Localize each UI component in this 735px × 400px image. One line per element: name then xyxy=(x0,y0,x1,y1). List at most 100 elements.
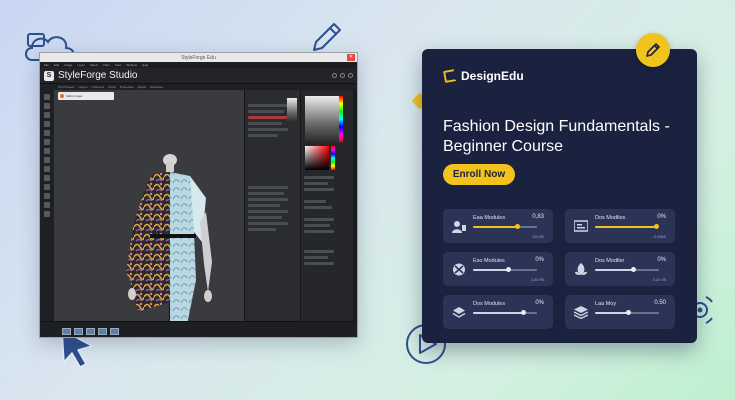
menu-filter[interactable]: Filter xyxy=(103,63,110,67)
property-row[interactable] xyxy=(304,218,334,221)
layer-row[interactable] xyxy=(248,110,284,113)
module-value: 0,83 xyxy=(532,214,544,220)
layer-row[interactable] xyxy=(248,104,288,107)
app-window: StyleForge Edu ✕ File Edit Image Layer S… xyxy=(39,52,358,338)
gradient-swatch[interactable] xyxy=(287,98,297,122)
slides-icon xyxy=(574,220,588,232)
search-icon[interactable] xyxy=(332,73,337,78)
title-bar: StyleForge Edu ✕ xyxy=(40,53,357,62)
module-card[interactable]: Dos Modules 0% xyxy=(443,295,553,329)
gradient-tool-icon[interactable] xyxy=(44,202,50,208)
property-row[interactable] xyxy=(304,262,334,265)
property-row[interactable] xyxy=(304,250,334,253)
stamp-tool-icon[interactable] xyxy=(44,211,50,217)
property-row[interactable] xyxy=(304,230,334,233)
layer-row[interactable] xyxy=(248,116,288,119)
document-tab[interactable]: Fabric Layer xyxy=(58,92,114,100)
color-picker-hue[interactable] xyxy=(331,146,335,170)
layer-row[interactable] xyxy=(248,186,288,189)
module-sub: 3.00 90 xyxy=(530,277,544,282)
marquee-tool-icon[interactable] xyxy=(44,103,50,109)
menu-view[interactable]: View xyxy=(115,63,121,67)
module-progress xyxy=(473,267,537,272)
tab-swatches[interactable]: Swatches xyxy=(150,85,163,89)
tab-adjust[interactable]: Adjust xyxy=(138,85,146,89)
frame-thumbnail[interactable] xyxy=(98,328,107,335)
frame-thumbnail[interactable] xyxy=(62,328,71,335)
zoom-tool-icon[interactable] xyxy=(44,184,50,190)
layer-row[interactable] xyxy=(248,122,282,125)
color-swatch-gradient[interactable] xyxy=(305,96,339,142)
module-card[interactable]: Laa Moy 0.50 xyxy=(565,295,675,329)
eyedropper-tool-icon[interactable] xyxy=(44,193,50,199)
tab-tool-presets[interactable]: Tool Presets xyxy=(58,85,75,89)
module-card[interactable]: Eaa Modules 0,83 110.80 xyxy=(443,209,553,243)
property-row[interactable] xyxy=(304,206,332,209)
menu-select[interactable]: Select xyxy=(90,63,98,67)
tab-paths[interactable]: Paths xyxy=(108,85,116,89)
course-card: DesignEdu Fashion Design Fundamentals - … xyxy=(422,49,697,343)
layer-row[interactable] xyxy=(248,228,276,231)
move-tool-icon[interactable] xyxy=(44,94,50,100)
layer-row[interactable] xyxy=(248,204,280,207)
pen-tool-icon[interactable] xyxy=(44,148,50,154)
edit-badge xyxy=(636,33,670,67)
module-value: 0% xyxy=(657,257,666,263)
properties-panel xyxy=(300,90,357,321)
layer-row[interactable] xyxy=(248,210,288,213)
property-row[interactable] xyxy=(304,224,330,227)
course-title: Fashion Design Fundamentals - Beginner C… xyxy=(443,118,670,155)
layers-panel xyxy=(244,90,300,321)
tools-icon xyxy=(453,263,465,276)
toolbox xyxy=(40,90,54,321)
vertical-scrollbar[interactable] xyxy=(353,90,357,321)
stack-icon xyxy=(574,306,588,319)
layer-row[interactable] xyxy=(248,198,288,201)
property-row[interactable] xyxy=(304,182,328,185)
tab-layers[interactable]: Layers xyxy=(79,85,88,89)
lasso-tool-icon[interactable] xyxy=(44,112,50,118)
layer-row[interactable] xyxy=(248,192,284,195)
layer-row[interactable] xyxy=(248,128,288,131)
shape-tool-icon[interactable] xyxy=(44,166,50,172)
document-canvas[interactable]: Fabric Layer xyxy=(54,90,244,321)
module-progress xyxy=(595,267,659,272)
settings-icon[interactable] xyxy=(340,73,345,78)
brush-tool-icon[interactable] xyxy=(44,130,50,136)
module-card[interactable]: Dos Modiler 0% 3.20 95 xyxy=(565,252,675,286)
user-icon[interactable] xyxy=(348,73,353,78)
frame-thumbnail[interactable] xyxy=(74,328,83,335)
module-label: Dos Modiler xyxy=(595,258,625,264)
close-icon[interactable]: ✕ xyxy=(347,54,355,61)
color-picker-square[interactable] xyxy=(305,146,329,170)
menu-layer[interactable]: Layer xyxy=(77,63,85,67)
module-card[interactable]: Eso Modules 0% 3.00 90 xyxy=(443,252,553,286)
tab-properties[interactable]: Properties xyxy=(120,85,134,89)
layer-row[interactable] xyxy=(248,134,278,137)
text-tool-icon[interactable] xyxy=(44,157,50,163)
hand-tool-icon[interactable] xyxy=(44,175,50,181)
tab-channels[interactable]: Channels xyxy=(92,85,105,89)
eraser-tool-icon[interactable] xyxy=(44,139,50,145)
layer-row[interactable] xyxy=(248,216,282,219)
crop-tool-icon[interactable] xyxy=(44,121,50,127)
layer-row[interactable] xyxy=(248,222,288,225)
brand-actions xyxy=(332,73,357,78)
enroll-now-button[interactable]: Enroll Now xyxy=(443,164,515,185)
menu-window[interactable]: Window xyxy=(126,63,137,67)
hue-slider[interactable] xyxy=(339,96,343,142)
module-label: Laa Moy xyxy=(595,301,617,307)
module-card[interactable]: Dos Modiles 0% - 0.0850 xyxy=(565,209,675,243)
property-row[interactable] xyxy=(304,188,334,191)
menu-help[interactable]: Help xyxy=(142,63,148,67)
frame-thumbnail[interactable] xyxy=(110,328,119,335)
menu-file[interactable]: File xyxy=(44,63,49,67)
property-row[interactable] xyxy=(304,256,328,259)
window-title: StyleForge Edu xyxy=(181,54,216,61)
menu-edit[interactable]: Edit xyxy=(54,63,59,67)
menu-image[interactable]: Image xyxy=(64,63,72,67)
property-row[interactable] xyxy=(304,200,326,203)
frame-thumbnail[interactable] xyxy=(86,328,95,335)
property-row[interactable] xyxy=(304,176,334,179)
mannequin-garment-image xyxy=(126,154,212,321)
